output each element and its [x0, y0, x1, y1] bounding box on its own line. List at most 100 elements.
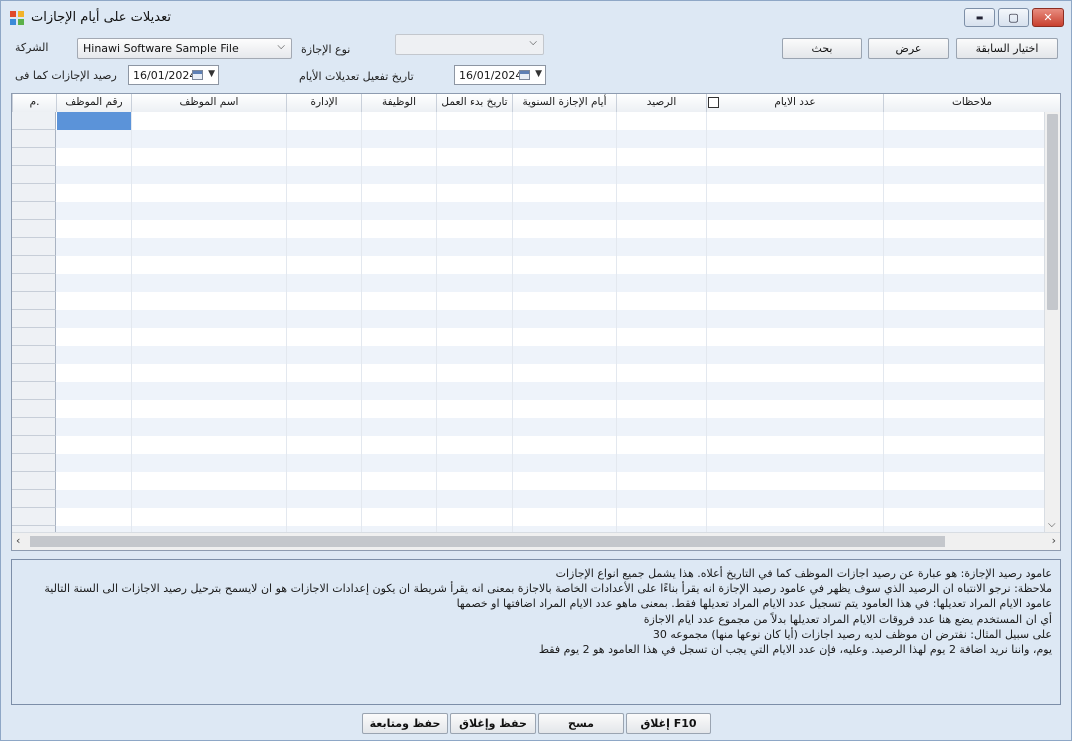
table-row[interactable]	[12, 508, 1045, 526]
row-cells[interactable]	[56, 256, 1045, 274]
row-cells[interactable]	[56, 508, 1045, 526]
table-row[interactable]	[12, 364, 1045, 382]
previous-selection-button[interactable]: اختيار السابقة	[956, 38, 1058, 59]
table-row[interactable]	[12, 472, 1045, 490]
row-cells[interactable]	[56, 184, 1045, 202]
vertical-scroll-thumb[interactable]	[1047, 114, 1058, 310]
table-row[interactable]	[12, 238, 1045, 256]
table-row[interactable]	[12, 130, 1045, 148]
row-header[interactable]	[12, 472, 56, 490]
scroll-right-icon[interactable]: ›	[1052, 534, 1056, 547]
table-row[interactable]	[12, 220, 1045, 238]
row-header[interactable]	[12, 256, 56, 274]
table-row[interactable]	[12, 400, 1045, 418]
row-cells[interactable]	[56, 490, 1045, 508]
table-row[interactable]	[12, 310, 1045, 328]
vertical-scrollbar[interactable]: ⌵	[1044, 112, 1060, 533]
row-header[interactable]	[12, 454, 56, 472]
table-row[interactable]	[12, 202, 1045, 220]
table-row[interactable]	[12, 292, 1045, 310]
row-cells[interactable]	[56, 238, 1045, 256]
row-header[interactable]	[12, 112, 56, 130]
selected-cell[interactable]	[57, 112, 131, 130]
search-button[interactable]: بحث	[782, 38, 862, 59]
row-cells[interactable]	[56, 400, 1045, 418]
column-header-start-date[interactable]: تاريخ بدء العمل	[436, 94, 512, 112]
row-header[interactable]	[12, 238, 56, 256]
minimize-button[interactable]: ▬	[964, 8, 995, 27]
row-header[interactable]	[12, 220, 56, 238]
row-cells[interactable]	[56, 418, 1045, 436]
close-f10-button[interactable]: F10 إغلاق	[626, 713, 711, 734]
maximize-button[interactable]: ▢	[998, 8, 1029, 27]
row-header[interactable]	[12, 310, 56, 328]
column-header-job[interactable]: الوظيفة	[361, 94, 436, 112]
table-row[interactable]	[12, 184, 1045, 202]
column-header-no[interactable]: .م	[12, 94, 56, 112]
save-and-close-button[interactable]: حفظ وإغلاق	[450, 713, 536, 734]
table-row[interactable]	[12, 328, 1045, 346]
row-header[interactable]	[12, 346, 56, 364]
row-cells[interactable]	[56, 274, 1045, 292]
employees-grid[interactable]: .م رقم الموظف اسم الموظف الإدارة الوظيفة…	[11, 93, 1061, 551]
balance-as-of-date-picker[interactable]: 16/01/2024 ▼	[128, 65, 219, 85]
column-header-annual-leave-days[interactable]: أيام الإجازة السنوية	[512, 94, 616, 112]
row-header[interactable]	[12, 508, 56, 526]
table-row[interactable]	[12, 436, 1045, 454]
row-cells[interactable]	[56, 202, 1045, 220]
show-button[interactable]: عرض	[868, 38, 949, 59]
row-header[interactable]	[12, 166, 56, 184]
row-cells[interactable]	[56, 346, 1045, 364]
row-cells[interactable]	[56, 328, 1045, 346]
table-row[interactable]	[12, 346, 1045, 364]
clear-button[interactable]: مسح	[538, 713, 624, 734]
row-cells[interactable]	[56, 382, 1045, 400]
row-header[interactable]	[12, 130, 56, 148]
row-header[interactable]	[12, 364, 56, 382]
table-row[interactable]	[12, 166, 1045, 184]
save-and-continue-button[interactable]: حفظ ومتابعة	[362, 713, 448, 734]
table-row[interactable]	[12, 418, 1045, 436]
row-cells[interactable]	[56, 364, 1045, 382]
row-cells[interactable]	[56, 472, 1045, 490]
column-header-department[interactable]: الإدارة	[286, 94, 361, 112]
close-button[interactable]: ✕	[1032, 8, 1064, 27]
row-header[interactable]	[12, 436, 56, 454]
row-header[interactable]	[12, 382, 56, 400]
row-header[interactable]	[12, 292, 56, 310]
scroll-down-icon[interactable]: ⌵	[1048, 519, 1056, 530]
company-select[interactable]: Hinawi Software Sample File ⌵	[77, 38, 292, 59]
row-cells[interactable]	[56, 220, 1045, 238]
row-header[interactable]	[12, 418, 56, 436]
row-header[interactable]	[12, 184, 56, 202]
table-row[interactable]	[12, 490, 1045, 508]
column-header-balance[interactable]: الرصيد	[616, 94, 706, 112]
table-row[interactable]	[12, 274, 1045, 292]
row-cells[interactable]	[56, 454, 1045, 472]
table-row[interactable]	[12, 112, 1045, 130]
table-row[interactable]	[12, 148, 1045, 166]
activation-date-picker[interactable]: 16/01/2024 ▼	[454, 65, 546, 85]
column-header-employee-number[interactable]: رقم الموظف	[56, 94, 131, 112]
table-row[interactable]	[12, 454, 1045, 472]
column-header-employee-name[interactable]: اسم الموظف	[131, 94, 286, 112]
row-header[interactable]	[12, 400, 56, 418]
row-cells[interactable]	[56, 436, 1045, 454]
row-cells[interactable]	[56, 310, 1045, 328]
leave-type-select[interactable]: ⌵	[395, 34, 544, 55]
horizontal-scrollbar[interactable]: ‹ ›	[12, 532, 1060, 550]
row-header[interactable]	[12, 148, 56, 166]
scroll-left-icon[interactable]: ‹	[16, 534, 20, 547]
select-all-checkbox[interactable]	[708, 97, 719, 108]
row-cells[interactable]	[56, 112, 1045, 130]
horizontal-scroll-thumb[interactable]	[30, 536, 945, 547]
row-cells[interactable]	[56, 130, 1045, 148]
row-header[interactable]	[12, 274, 56, 292]
column-header-notes[interactable]: ملاحظات	[883, 94, 1060, 112]
row-header[interactable]	[12, 202, 56, 220]
table-row[interactable]	[12, 256, 1045, 274]
table-row[interactable]	[12, 382, 1045, 400]
row-cells[interactable]	[56, 166, 1045, 184]
row-cells[interactable]	[56, 292, 1045, 310]
column-header-days[interactable]: عدد الايام	[706, 94, 883, 112]
